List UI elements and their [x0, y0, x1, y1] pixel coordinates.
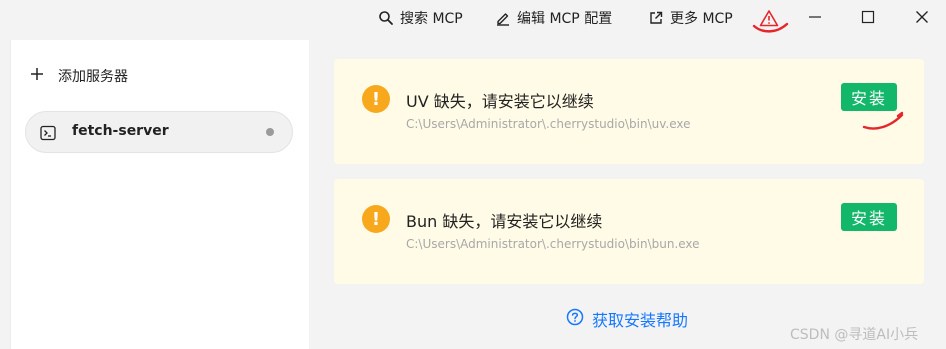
- bun-missing-card: ! Bun 缺失，请安装它以继续 C:\Users\Administrator\…: [334, 179, 924, 284]
- card-title: Bun 缺失，请安装它以继续: [406, 212, 603, 231]
- card-path: C:\Users\Administrator\.cherrystudio\bin…: [406, 117, 691, 131]
- add-server-label: 添加服务器: [58, 69, 128, 85]
- status-dot: [266, 128, 274, 136]
- server-sidebar: [10, 40, 310, 349]
- sidebar-item-fetch-server[interactable]: fetch-server: [25, 111, 293, 153]
- warning-icon: !: [362, 205, 390, 233]
- external-link-icon: [648, 10, 664, 26]
- annotation-swoosh-icon: [862, 111, 904, 130]
- server-name: fetch-server: [72, 123, 169, 139]
- install-uv-button[interactable]: 安装: [841, 83, 897, 111]
- search-mcp-button[interactable]: 搜索 MCP: [378, 0, 463, 36]
- title-bar: 搜索 MCP 编辑 MCP 配置 更多 MCP: [0, 0, 946, 40]
- app-window: 搜索 MCP 编辑 MCP 配置 更多 MCP 添加服务器 fetch-serv…: [0, 0, 946, 349]
- edit-icon: [495, 10, 511, 26]
- search-mcp-label: 搜索 MCP: [400, 11, 463, 27]
- terminal-icon: [40, 125, 56, 145]
- search-icon: [378, 10, 394, 26]
- install-help-label: 获取安装帮助: [592, 311, 689, 330]
- annotation-underline-icon: [752, 22, 789, 33]
- more-mcp-button[interactable]: 更多 MCP: [648, 0, 733, 36]
- maximize-button[interactable]: [845, 0, 891, 36]
- install-bun-button[interactable]: 安装: [841, 203, 897, 231]
- card-path: C:\Users\Administrator\.cherrystudio\bin…: [406, 237, 700, 251]
- more-mcp-label: 更多 MCP: [670, 11, 733, 27]
- edit-mcp-config-label: 编辑 MCP 配置: [517, 11, 613, 27]
- plus-icon: [30, 67, 44, 85]
- warning-icon: !: [362, 85, 390, 113]
- add-server-button[interactable]: 添加服务器: [30, 66, 128, 86]
- uv-missing-card: ! UV 缺失，请安装它以继续 C:\Users\Administrator\.…: [334, 59, 924, 164]
- minimize-icon: [808, 9, 822, 28]
- help-circle-icon: [566, 308, 584, 330]
- install-help-link[interactable]: 获取安装帮助: [566, 307, 688, 331]
- main-content: ! UV 缺失，请安装它以继续 C:\Users\Administrator\.…: [309, 40, 946, 349]
- close-button[interactable]: [899, 0, 945, 36]
- card-title: UV 缺失，请安装它以继续: [406, 92, 594, 111]
- minimize-button[interactable]: [792, 0, 838, 36]
- edit-mcp-config-button[interactable]: 编辑 MCP 配置: [495, 0, 612, 36]
- close-icon: [915, 9, 929, 28]
- maximize-icon: [861, 9, 875, 28]
- watermark: CSDN @寻道AI小兵: [790, 327, 919, 343]
